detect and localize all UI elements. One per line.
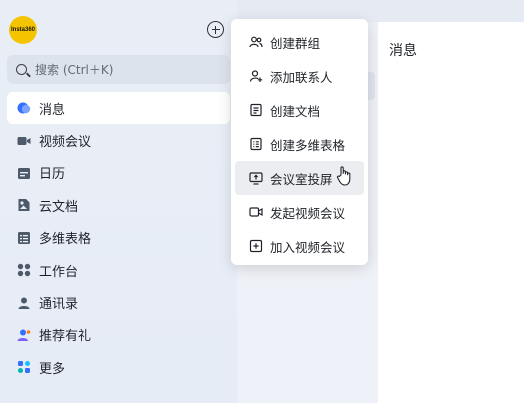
more-apps-icon [17,360,31,374]
menu-item-label: 加入视频会议 [270,239,346,255]
sidebar-item-messages[interactable]: 消息 [7,92,230,125]
sidebar-item-label: 更多 [39,361,66,377]
menu-item-join-video-meeting[interactable]: 加入视频会议 [235,229,364,263]
sidebar-item-bitable[interactable]: 多维表格 [7,222,230,254]
sidebar-item-label: 消息 [39,102,66,118]
hand-cursor-icon [336,165,354,187]
menu-item-add-contact[interactable]: 添加联系人 [235,59,364,93]
contacts-icon [17,296,31,310]
menu-item-label: 创建群组 [270,35,321,51]
referral-gift-icon [17,328,31,342]
menu-item-create-bitable[interactable]: 创建多维表格 [235,127,364,161]
page-title: 消息 [389,43,417,59]
avatar[interactable]: Insta360 [9,16,37,44]
table-icon [249,137,263,151]
menu-item-start-video-meeting[interactable]: 发起视频会议 [235,195,364,229]
workspace-grid-icon [17,263,31,277]
menu-item-label: 创建文档 [270,103,321,119]
sidebar-item-referral[interactable]: 推荐有礼 [7,319,230,351]
sidebar-item-cloud-docs[interactable]: 云文档 [7,189,230,221]
menu-item-create-group[interactable]: 创建群组 [235,25,364,59]
main-content [378,22,524,403]
sidebar-item-label: 多维表格 [39,232,92,248]
sidebar-item-calendar[interactable]: 日历 [7,157,230,189]
menu-item-label: 添加联系人 [270,69,333,85]
video-icon [249,205,263,219]
add-contact-icon [249,69,263,83]
panel-resize-handle[interactable] [367,72,375,100]
search-input[interactable]: 搜索 (Ctrl＋K) [7,55,230,84]
table-icon [17,231,31,245]
menu-item-create-doc[interactable]: 创建文档 [235,93,364,127]
screen-cast-icon [249,171,263,185]
sidebar-item-contacts[interactable]: 通讯录 [7,286,230,318]
calendar-icon [17,166,31,180]
sidebar-item-label: 视频会议 [39,135,92,151]
create-menu: 创建群组 添加联系人 创建文档 创建多维表格 会议室投屏 发起视频会议 加入视频… [231,19,368,265]
join-icon [249,239,263,253]
sidebar-item-label: 通讯录 [39,297,79,313]
menu-item-label: 会议室投屏 [270,171,333,187]
create-plus-button[interactable] [207,21,224,38]
message-icon [17,101,31,115]
sidebar-item-label: 日历 [39,167,66,183]
sidebar-item-label: 工作台 [39,264,79,280]
document-icon [249,103,263,117]
sidebar-item-more[interactable]: 更多 [7,351,230,383]
sidebar-item-label: 推荐有礼 [39,329,92,345]
video-camera-icon [17,134,31,148]
group-icon [249,35,263,49]
sidebar-nav: 消息 视频会议 日历 云文档 多维表格 工作台 通讯录 推荐有礼 更多 [7,92,230,384]
search-icon [16,64,27,75]
menu-item-label: 创建多维表格 [270,137,346,153]
sidebar: Insta360 搜索 (Ctrl＋K) 消息 视频会议 日历 云文档 多维表格… [0,0,237,403]
sidebar-item-video-meeting[interactable]: 视频会议 [7,124,230,156]
cloud-doc-icon [17,198,31,212]
sidebar-item-workspace[interactable]: 工作台 [7,254,230,286]
sidebar-item-label: 云文档 [39,199,79,215]
logo-text: Insta360 [10,27,35,33]
search-placeholder: 搜索 (Ctrl＋K) [35,63,114,77]
menu-item-label: 发起视频会议 [270,205,346,221]
